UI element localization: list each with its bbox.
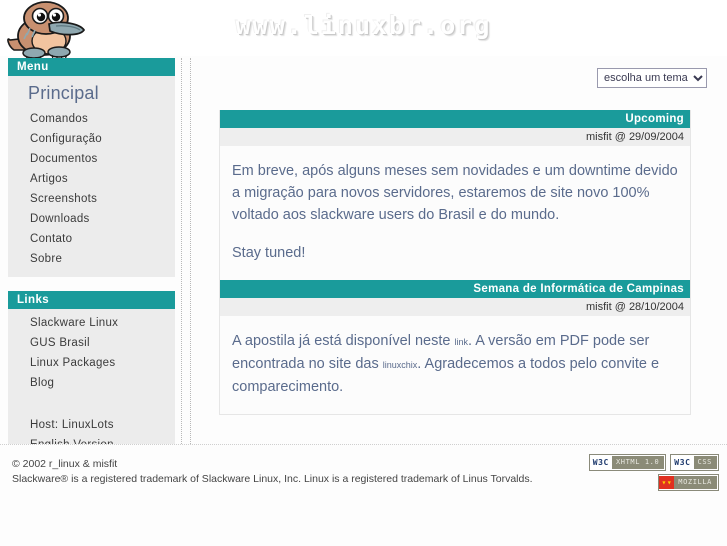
links-panel-body: Slackware Linux GUS Brasil Linux Package… [8, 309, 175, 463]
badge-mozilla-label: MOZILLA [678, 478, 712, 486]
sidebar-link-linux-packages[interactable]: Linux Packages [8, 353, 175, 373]
badge-row-top: W3C XHTML 1.0 W3C CSS [559, 454, 719, 471]
w3c-icon: W3C [589, 456, 612, 469]
news-title: Semana de Informática de Campinas [220, 280, 690, 298]
links-spacer [8, 393, 175, 415]
sidebar-link-slackware-linux[interactable]: Slackware Linux [8, 313, 175, 333]
news-list: Upcoming misfit @ 29/09/2004 Em breve, a… [219, 110, 691, 415]
news-inline-link-linuxchix[interactable]: linuxchix [383, 360, 418, 370]
links-panel-title: Links [8, 291, 175, 309]
news-meta: misfit @ 28/10/2004 [220, 298, 690, 316]
news-body: Em breve, após alguns meses sem novidade… [220, 146, 690, 280]
sidebar-item-sobre[interactable]: Sobre [8, 249, 175, 269]
sidebar-item-artigos[interactable]: Artigos [8, 169, 175, 189]
sidebar-item-contato[interactable]: Contato [8, 229, 175, 249]
page-root: www.linuxbr.org Menu Principal Comandos … [0, 0, 727, 546]
badge-xhtml-label: XHTML 1.0 [615, 458, 660, 466]
sidebar-item-downloads[interactable]: Downloads [8, 209, 175, 229]
badge-css-label: CSS [697, 458, 712, 466]
links-panel: Links Slackware Linux GUS Brasil Linux P… [8, 291, 175, 463]
news-meta: misfit @ 29/09/2004 [220, 128, 690, 146]
sidebar-link-gus-brasil[interactable]: GUS Brasil [8, 333, 175, 353]
news-text: A apostila já está disponível neste [232, 333, 455, 349]
menu-panel: Menu Principal Comandos Configuração Doc… [8, 58, 175, 277]
sidebar-item-configuracao[interactable]: Configuração [8, 129, 175, 149]
site-title: www.linuxbr.org [235, 11, 492, 40]
validation-badges: W3C XHTML 1.0 W3C CSS ▾▾ MOZILLA [559, 454, 719, 494]
body-layout: Menu Principal Comandos Configuração Doc… [0, 56, 727, 463]
sidebar-item-documentos[interactable]: Documentos [8, 149, 175, 169]
theme-select-row: escolha um tema... [191, 58, 719, 88]
mozilla-dino-icon: ▾▾ [659, 476, 675, 489]
site-header: www.linuxbr.org [0, 0, 727, 62]
news-item-semana-informatica: Semana de Informática de Campinas misfit… [220, 280, 690, 414]
news-paragraph: Stay tuned! [232, 245, 306, 261]
news-item-upcoming: Upcoming misfit @ 29/09/2004 Em breve, a… [220, 110, 690, 280]
main-content: escolha um tema... Upcoming misfit @ 29/… [190, 58, 719, 444]
menu-panel-title: Menu [8, 58, 175, 76]
sidebar-link-host[interactable]: Host: LinuxLots [8, 415, 175, 435]
badge-xhtml[interactable]: W3C XHTML 1.0 [588, 454, 667, 471]
news-paragraph: A apostila já está disponível neste link… [232, 330, 678, 398]
badge-mozilla[interactable]: ▾▾ MOZILLA [658, 474, 719, 491]
news-body: A apostila já está disponível neste link… [220, 316, 690, 414]
footer-text-block: © 2002 r_linux & misfit Slackware® is a … [12, 457, 533, 487]
badge-css[interactable]: W3C CSS [670, 454, 719, 471]
sidebar-item-principal[interactable]: Principal [8, 80, 175, 109]
menu-panel-body: Principal Comandos Configuração Document… [8, 76, 175, 277]
footer-copyright: © 2002 r_linux & misfit [12, 458, 118, 470]
sidebar-link-blog[interactable]: Blog [8, 373, 175, 393]
news-paragraph: Em breve, após alguns meses sem novidade… [232, 163, 678, 223]
news-inline-link-apostila[interactable]: link [454, 337, 468, 347]
news-title: Upcoming [220, 110, 690, 128]
theme-select[interactable]: escolha um tema... [597, 68, 707, 88]
footer-trademark: Slackware® is a registered trademark of … [12, 473, 533, 485]
sidebar-item-screenshots[interactable]: Screenshots [8, 189, 175, 209]
site-footer: © 2002 r_linux & misfit Slackware® is a … [0, 444, 727, 546]
sidebar-item-comandos[interactable]: Comandos [8, 109, 175, 129]
badge-row-bottom: ▾▾ MOZILLA [559, 474, 719, 491]
w3c-icon: W3C [671, 456, 694, 469]
sidebar: Menu Principal Comandos Configuração Doc… [8, 58, 182, 463]
